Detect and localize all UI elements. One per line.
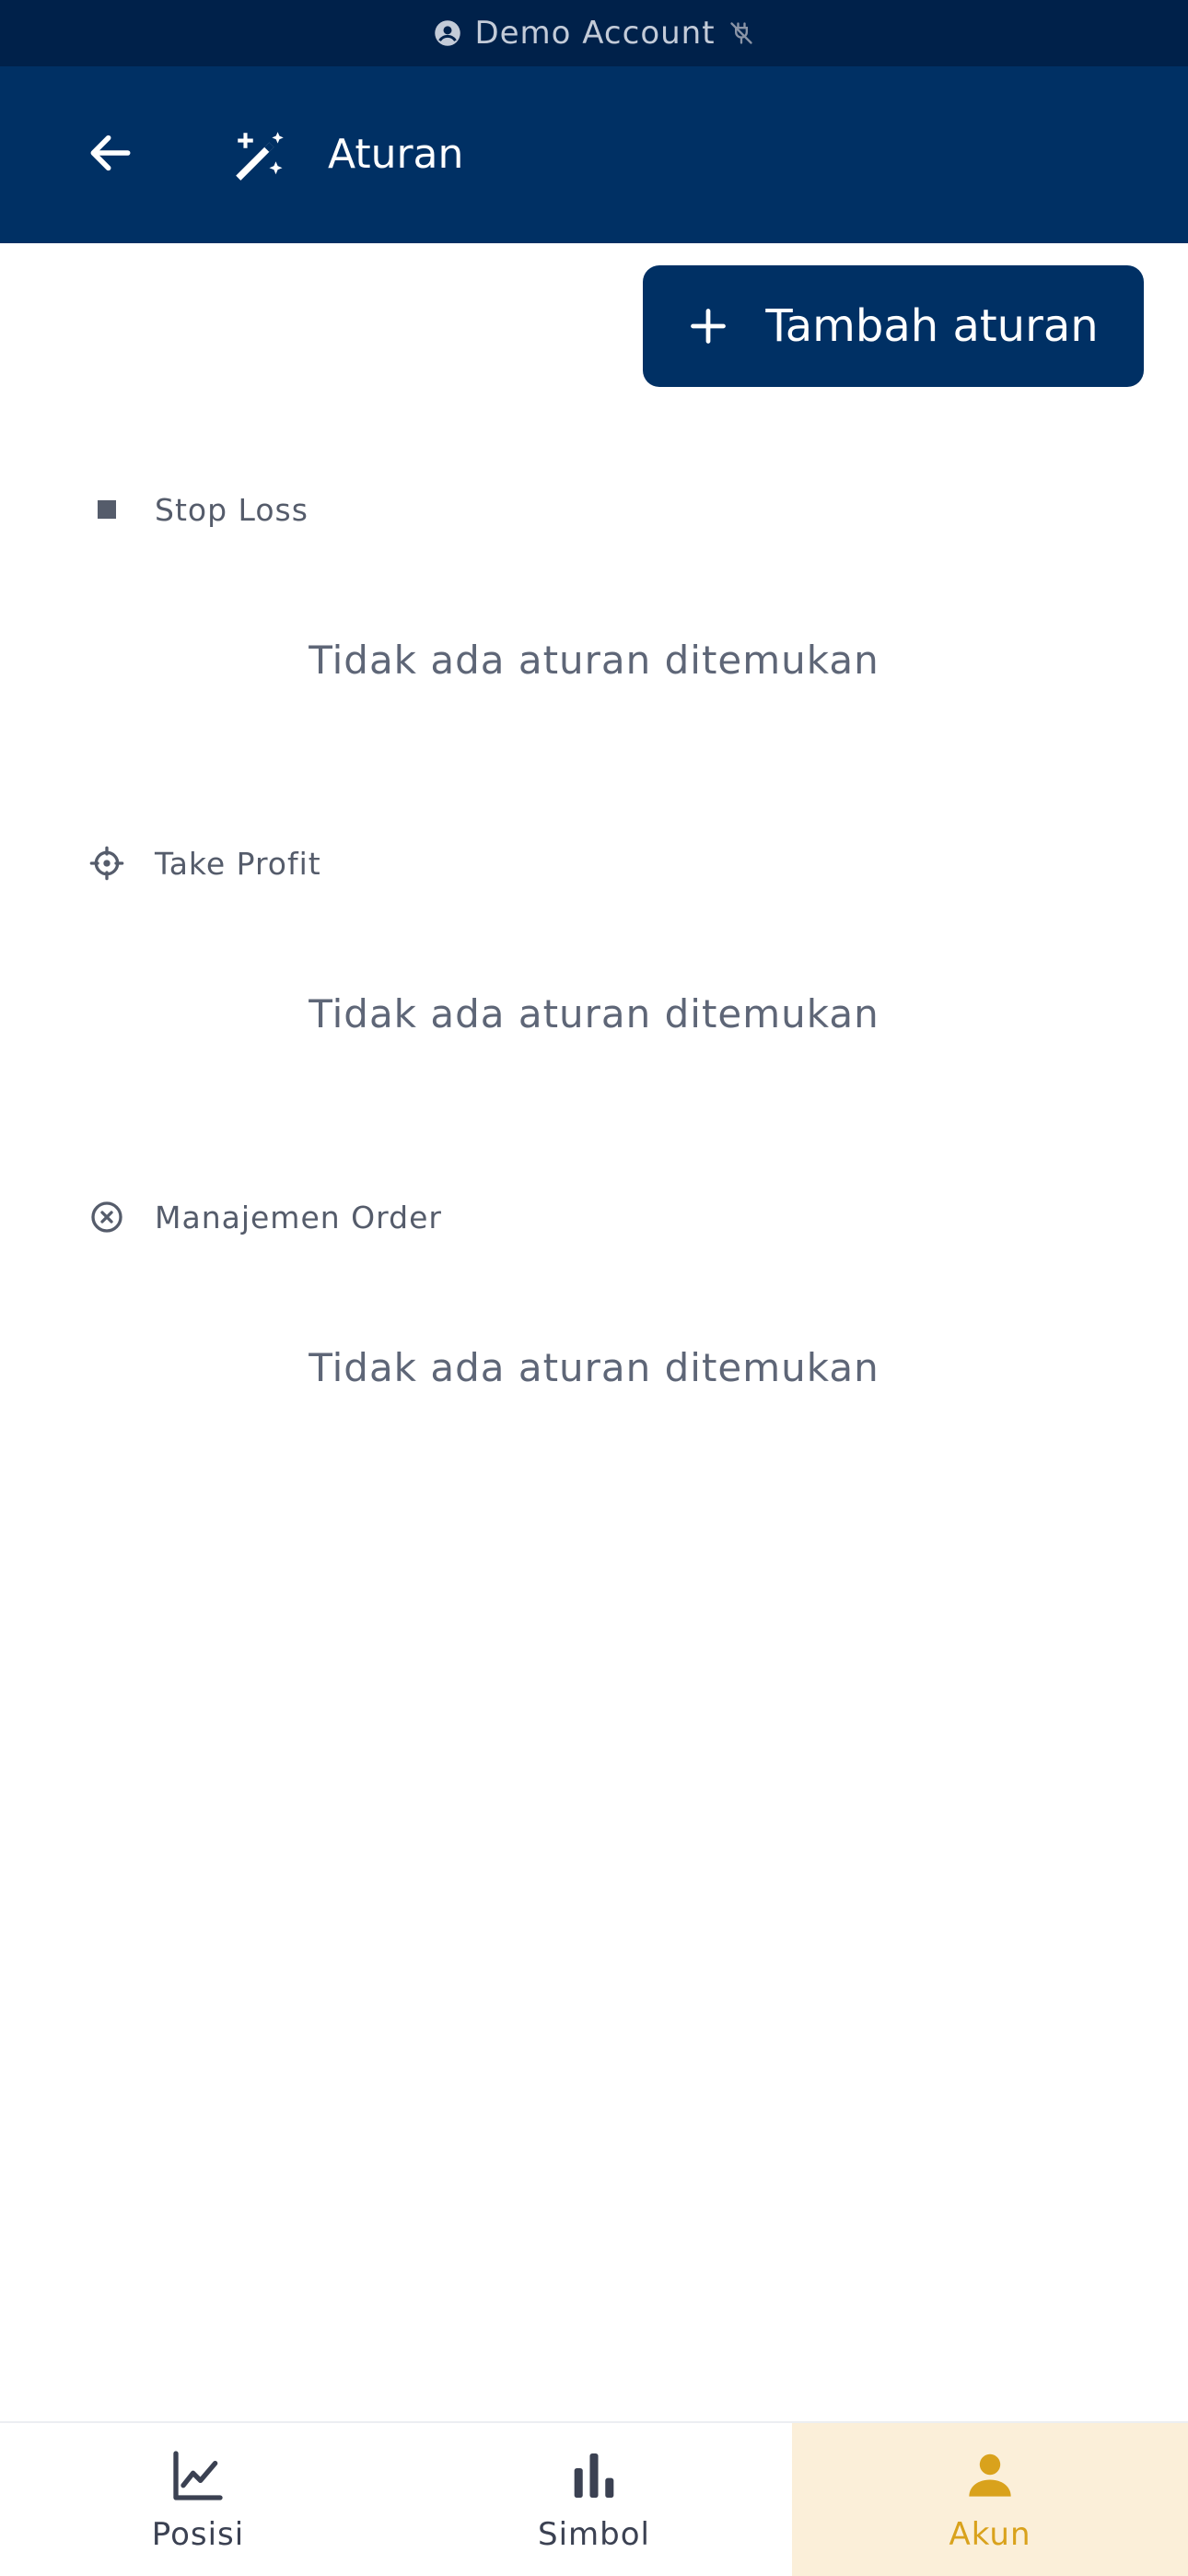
nav-item-simbol[interactable]: Simbol — [396, 2423, 792, 2576]
back-button[interactable] — [81, 123, 140, 182]
nav-item-akun[interactable]: Akun — [792, 2423, 1188, 2576]
rules-screen: Demo Account Aturan Tambah aturan Stop L… — [0, 0, 1188, 2576]
section-title: Stop Loss — [155, 491, 309, 528]
section-header-take-profit: Take Profit — [87, 841, 321, 885]
section-title: Manajemen Order — [155, 1199, 442, 1235]
crosshair-icon — [87, 843, 127, 884]
section-header-order-management: Manajemen Order — [87, 1195, 442, 1239]
nav-label: Simbol — [538, 2516, 650, 2553]
take-profit-empty-message: Tidak ada aturan ditemukan — [309, 991, 879, 1036]
nav-label: Akun — [949, 2516, 1031, 2553]
bottom-navigation: Posisi Simbol Akun — [0, 2421, 1188, 2576]
stop-loss-empty-message: Tidak ada aturan ditemukan — [309, 638, 879, 683]
nav-label: Posisi — [151, 2516, 245, 2553]
section-title: Take Profit — [155, 845, 321, 882]
line-chart-icon — [169, 2446, 227, 2505]
add-rule-button[interactable]: Tambah aturan — [643, 265, 1144, 387]
plug-off-icon — [728, 20, 754, 46]
app-header: Aturan — [0, 66, 1188, 243]
user-icon — [961, 2446, 1019, 2505]
page-title: Aturan — [328, 131, 464, 178]
magic-wand-icon — [230, 125, 291, 186]
order-management-empty-message: Tidak ada aturan ditemukan — [309, 1345, 879, 1390]
x-circle-icon — [87, 1197, 127, 1237]
demo-account-banner: Demo Account — [0, 0, 1188, 66]
arrow-left-icon — [85, 127, 136, 179]
bar-chart-icon — [565, 2446, 623, 2505]
nav-item-posisi[interactable]: Posisi — [0, 2423, 396, 2576]
demo-account-label: Demo Account — [474, 15, 716, 52]
square-stop-icon — [87, 489, 127, 530]
plus-icon — [688, 306, 728, 346]
account-circle-icon — [434, 19, 461, 47]
section-header-stop-loss: Stop Loss — [87, 487, 309, 532]
add-rule-label: Tambah aturan — [765, 300, 1099, 352]
